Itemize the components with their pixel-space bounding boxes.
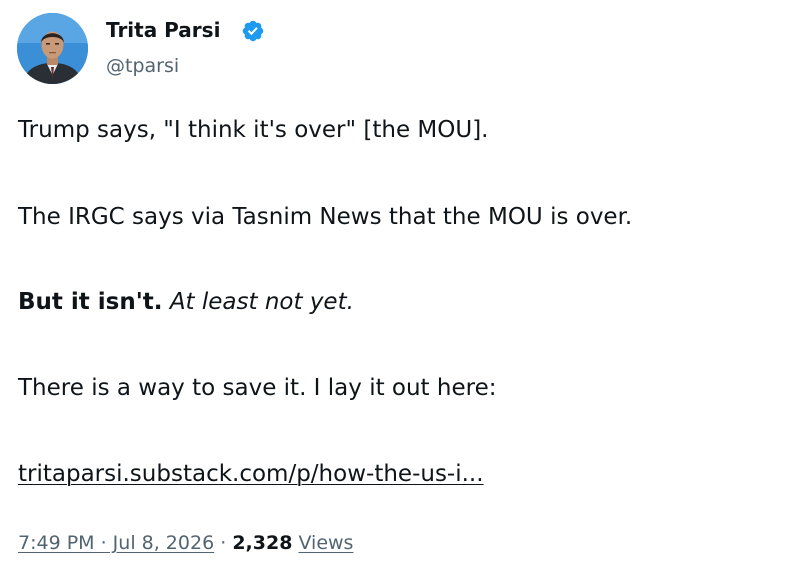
verified-badge-icon[interactable] (241, 19, 265, 43)
tweet-card: Trita Parsi @tparsi Trump says, "I think… (0, 0, 800, 578)
substack-link[interactable]: tritaparsi.substack.com/p/how-the-us-i..… (18, 461, 484, 487)
author-display-name[interactable]: Trita Parsi (106, 17, 220, 43)
tweet-meta: 7:49 PM · Jul 8, 2026 · 2,328 Views (18, 530, 353, 556)
tweet-text-line: There is a way to save it. I lay it out … (18, 375, 497, 401)
tweet-text-line: Trump says, "I think it's over" [the MOU… (18, 117, 489, 143)
tweet-text-emphasis: But it isn't. At least not yet. (18, 287, 354, 317)
tweet-timestamp[interactable]: 7:49 PM · Jul 8, 2026 (18, 532, 214, 554)
views-label[interactable]: Views (298, 532, 353, 554)
tweet-bold-text: But it isn't. (18, 289, 163, 315)
meta-separator: · (220, 532, 227, 554)
author-handle[interactable]: @tparsi (106, 54, 179, 78)
tweet-text-line: The IRGC says via Tasnim News that the M… (18, 204, 633, 230)
tweet-link-row: tritaparsi.substack.com/p/how-the-us-i..… (18, 459, 484, 489)
views-count: 2,328 (232, 532, 293, 554)
author-avatar[interactable] (17, 13, 88, 84)
tweet-italic-text: At least not yet. (169, 289, 354, 315)
avatar-photo (17, 13, 88, 84)
